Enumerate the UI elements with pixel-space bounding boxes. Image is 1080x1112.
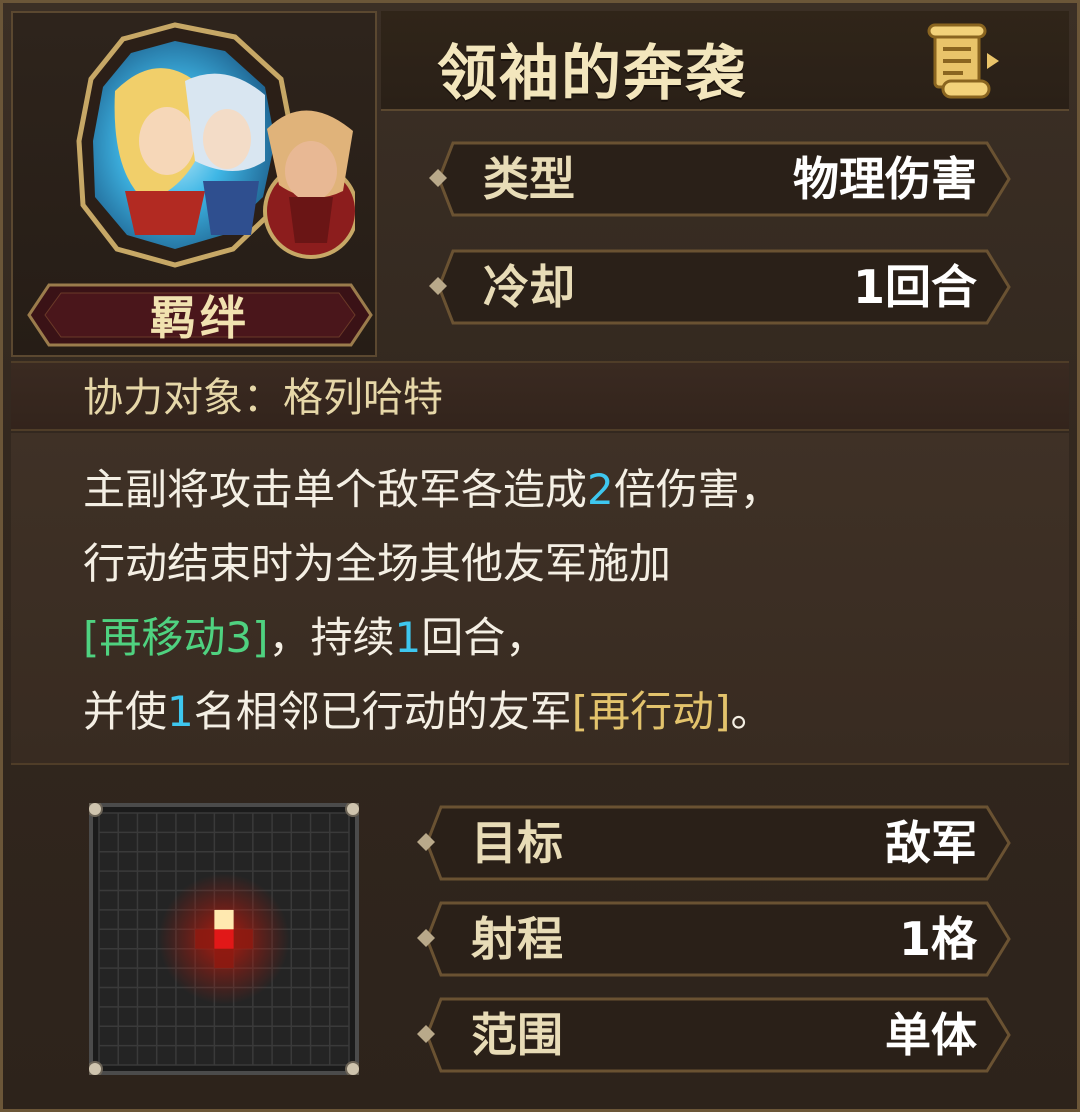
corner-stud <box>345 1061 359 1075</box>
portrait-block: 羁绊 <box>11 11 377 357</box>
description-text: 名相邻已行动的友军 <box>193 687 572 736</box>
description-text: 并使 <box>83 687 168 736</box>
stat-value: 1格 <box>898 912 977 966</box>
description-text: 。 <box>730 687 773 736</box>
description-text: ，持续 <box>268 613 395 662</box>
diamond-bullet-icon <box>417 1025 435 1043</box>
skill-description: 主副将攻击单个敌军各造成2倍伤害， 行动结束时为全场其他友军施加 [再移动3]，… <box>11 433 1069 765</box>
corner-stud <box>89 803 103 817</box>
stat-label: 射程 <box>471 912 563 966</box>
adjacent-cell <box>195 929 215 949</box>
description-line: 并使1名相邻已行动的友军[再行动]。 <box>83 675 1069 749</box>
diamond-bullet-icon <box>417 833 435 851</box>
description-number: 1 <box>167 687 194 736</box>
description-number: 1 <box>394 613 422 662</box>
description-text: 倍伤害， <box>613 465 782 514</box>
stat-value: 单体 <box>885 1008 977 1062</box>
stat-row-cooldown: 冷却 1回合 <box>429 247 1011 327</box>
center-cell <box>214 929 234 949</box>
stat-row-range: 射程 1格 <box>417 899 1011 979</box>
stat-value: 敌军 <box>885 816 977 870</box>
adjacent-cell <box>214 948 234 969</box>
skill-detail-panel: 羁绊 领袖的奔袭 类型 物理伤害 冷却 1回合 协力对象：格列哈特 主副将攻击单… <box>0 0 1080 1112</box>
stat-row-target: 目标 敌军 <box>417 803 1011 883</box>
stat-label: 类型 <box>483 152 575 206</box>
scroll-icon[interactable] <box>921 21 1001 107</box>
description-line: 行动结束时为全场其他友军施加 <box>83 527 1069 601</box>
status-effect-move: [再移动3] <box>83 613 269 662</box>
diamond-bullet-icon <box>429 277 447 295</box>
range-grid <box>89 803 359 1075</box>
stat-row-type: 类型 物理伤害 <box>429 139 1011 219</box>
corner-stud <box>345 803 359 817</box>
description-line: [再移动3]，持续1回合， <box>83 601 1069 675</box>
target-cell <box>214 909 234 930</box>
stat-label: 目标 <box>471 816 563 870</box>
corner-stud <box>89 1061 103 1075</box>
description-line: 主副将攻击单个敌军各造成2倍伤害， <box>83 453 1069 527</box>
skill-title: 领袖的奔袭 <box>437 39 747 109</box>
status-effect-act: [再行动] <box>571 687 731 736</box>
partner-bar: 协力对象：格列哈特 <box>11 361 1069 431</box>
partner-text: 协力对象：格列哈特 <box>83 375 443 421</box>
stat-value: 物理伤害 <box>793 152 977 206</box>
description-text: 行动结束时为全场其他友军施加 <box>83 539 672 588</box>
adjacent-cell <box>233 929 253 949</box>
title-bar: 领袖的奔袭 <box>381 11 1069 111</box>
stat-label: 冷却 <box>483 260 575 314</box>
stat-value: 1回合 <box>852 260 977 314</box>
stat-label: 范围 <box>471 1008 563 1062</box>
bond-portrait-icon <box>76 22 355 268</box>
diamond-bullet-icon <box>429 169 447 187</box>
stat-row-area: 范围 单体 <box>417 995 1011 1075</box>
bond-label-text: 羁绊 <box>150 291 250 345</box>
diamond-bullet-icon <box>417 929 435 947</box>
description-number: 2 <box>587 465 614 514</box>
bond-label: 羁绊 <box>27 279 373 351</box>
description-text: 回合， <box>421 613 548 662</box>
description-text: 主副将攻击单个敌军各造成 <box>83 465 588 514</box>
